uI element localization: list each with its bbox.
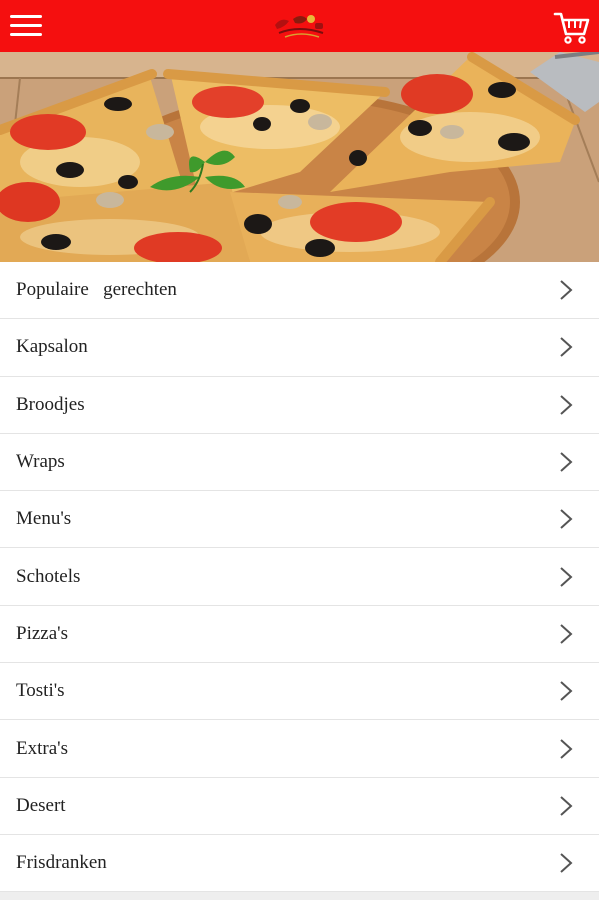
top-app-bar <box>0 0 599 52</box>
chevron-right-icon <box>560 566 573 587</box>
category-item-pizzas[interactable]: Pizza's <box>0 605 599 664</box>
category-item-tostis[interactable]: Tosti's <box>0 663 599 721</box>
chevron-right-icon <box>560 853 573 873</box>
app-screen: Populaire gerechten Kapsalon Broodjes Wr… <box>0 0 599 900</box>
chevron-right-icon <box>560 394 573 415</box>
category-item-desert[interactable]: Desert <box>0 777 599 835</box>
chevron-right-icon <box>560 738 573 759</box>
category-item-schotels[interactable]: Schotels <box>0 548 599 606</box>
category-label: Extra's <box>16 737 68 759</box>
cart-button[interactable] <box>553 8 591 46</box>
category-label: Frisdranken <box>16 852 107 874</box>
category-label: Menu's <box>16 508 72 530</box>
category-item-broodjes[interactable]: Broodjes <box>0 376 599 434</box>
chevron-right-icon <box>560 509 573 530</box>
chevron-right-icon <box>560 681 573 701</box>
category-item-wraps[interactable]: Wraps <box>0 433 599 492</box>
chevron-right-icon <box>560 796 573 816</box>
category-item-menus[interactable]: Menu's <box>0 491 599 549</box>
chevron-right-icon <box>560 624 573 644</box>
hero-image <box>0 52 599 262</box>
chevron-right-icon <box>560 337 573 358</box>
category-item-populaire-gerechten[interactable]: Populaire gerechten <box>0 262 599 320</box>
category-item-extras[interactable]: Extra's <box>0 720 599 778</box>
category-item-frisdranken[interactable]: Frisdranken <box>0 834 599 893</box>
category-label: Kapsalon <box>16 336 88 358</box>
chevron-right-icon <box>560 280 573 300</box>
pizza-photo <box>0 52 599 262</box>
category-label: Tosti's <box>16 680 65 702</box>
menu-button[interactable] <box>10 14 44 38</box>
hamburger-menu-icon <box>10 15 42 36</box>
category-label: Wraps <box>16 451 65 473</box>
category-label: Broodjes <box>16 393 85 415</box>
shopping-cart-icon <box>553 12 590 44</box>
category-label: Populaire gerechten <box>16 279 177 301</box>
category-list: Populaire gerechten Kapsalon Broodjes Wr… <box>0 262 599 893</box>
restaurant-logo <box>271 11 329 41</box>
category-label: Desert <box>16 794 66 816</box>
category-label: Schotels <box>16 565 81 587</box>
chevron-right-icon <box>560 452 573 472</box>
category-label: Pizza's <box>16 622 68 644</box>
category-item-kapsalon[interactable]: Kapsalon <box>0 319 599 377</box>
